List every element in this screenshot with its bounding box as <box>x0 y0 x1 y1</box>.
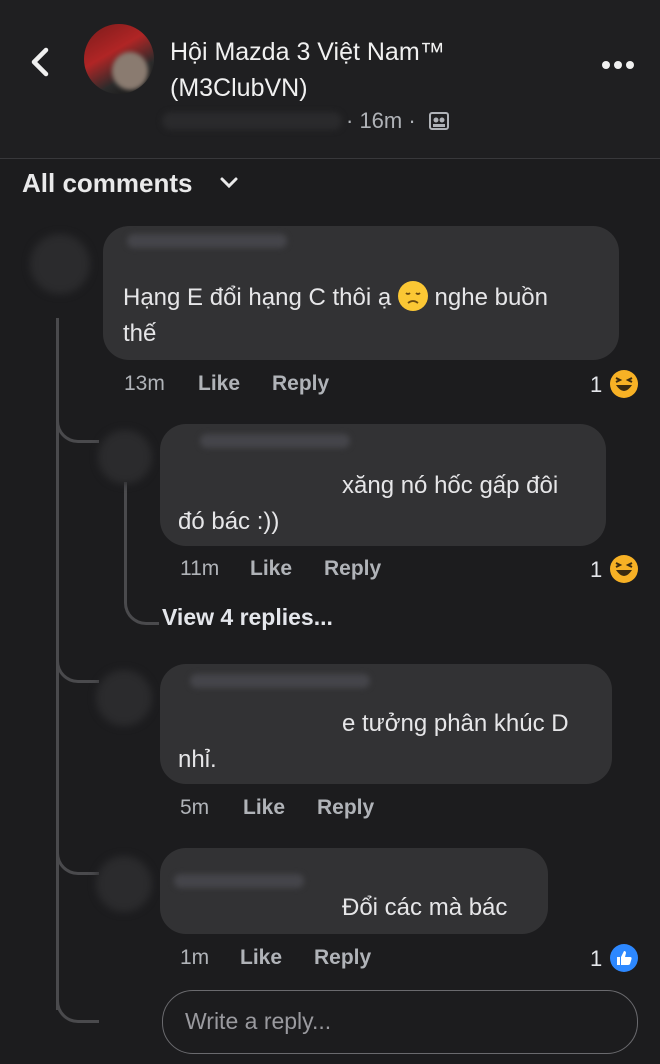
comment-time: 1m <box>180 946 210 969</box>
like-button[interactable]: Like <box>240 946 282 970</box>
post-time: · 16m · <box>346 108 416 133</box>
avatar[interactable] <box>30 234 90 294</box>
comment-time: 13m <box>124 372 165 395</box>
haha-reaction-icon[interactable] <box>608 553 640 590</box>
reaction-count[interactable]: 1 <box>590 557 602 583</box>
like-reaction-icon[interactable] <box>608 942 640 979</box>
comment-text: Hạng E đổi hạng C thôi ạ nghe buồn thế <box>123 280 613 352</box>
thread-branch <box>56 640 99 683</box>
disappointed-face-emoji <box>397 280 428 311</box>
comment-bubble[interactable]: e tưởng phân khúc D nhỉ. <box>160 664 612 784</box>
comment-filter-label[interactable]: All comments <box>22 168 193 199</box>
reaction-count[interactable]: 1 <box>590 372 602 398</box>
reply-input[interactable]: Write a reply... <box>162 990 638 1054</box>
thread-branch <box>56 832 99 875</box>
reply-button[interactable]: Reply <box>272 372 329 396</box>
nested-thread-line <box>124 482 159 625</box>
comment-text: Đổi các mà bác <box>342 894 508 921</box>
comment-bubble[interactable]: xăng nó hốc gấp đôi đó bác :)) <box>160 424 606 546</box>
thread-branch <box>56 400 99 443</box>
avatar[interactable] <box>96 670 152 726</box>
like-button[interactable]: Like <box>250 557 292 581</box>
group-members-icon <box>429 112 449 130</box>
comment-time: 5m <box>180 796 210 819</box>
like-button[interactable]: Like <box>198 372 240 396</box>
reply-button[interactable]: Reply <box>324 557 381 581</box>
comment-text: nhỉ. <box>178 746 217 773</box>
comment-time: 11m <box>180 557 220 580</box>
chevron-down-icon[interactable] <box>218 176 240 190</box>
comment-bubble[interactable]: Hạng E đổi hạng C thôi ạ nghe buồn thế <box>103 226 619 360</box>
thread-branch <box>56 980 99 1023</box>
chevron-left-icon[interactable] <box>22 40 62 84</box>
commenter-name-blurred <box>200 434 350 448</box>
like-button[interactable]: Like <box>243 796 285 820</box>
avatar[interactable] <box>96 856 152 912</box>
reply-button[interactable]: Reply <box>314 946 371 970</box>
reply-button[interactable]: Reply <box>317 796 374 820</box>
commenter-name-blurred <box>190 674 370 688</box>
comment-text: e tưởng phân khúc D <box>342 710 569 737</box>
author-name-blurred <box>162 112 342 130</box>
more-horizontal-icon[interactable] <box>598 58 638 70</box>
comment-text: xăng nó hốc gấp đôi <box>342 472 559 499</box>
group-name[interactable]: Hội Mazda 3 Việt Nam™ (M3ClubVN) <box>170 34 530 106</box>
comment-bubble[interactable]: Đổi các mà bác <box>160 848 548 934</box>
divider <box>0 158 660 159</box>
view-replies-link[interactable]: View 4 replies... <box>162 604 333 631</box>
reaction-count[interactable]: 1 <box>590 946 602 972</box>
commenter-name-blurred <box>174 874 304 888</box>
comment-text: đó bác :)) <box>178 508 280 535</box>
commenter-name-blurred <box>127 234 287 248</box>
avatar[interactable] <box>98 430 152 484</box>
reply-placeholder: Write a reply... <box>185 1008 332 1034</box>
group-avatar[interactable] <box>84 24 154 94</box>
haha-reaction-icon[interactable] <box>608 368 640 405</box>
